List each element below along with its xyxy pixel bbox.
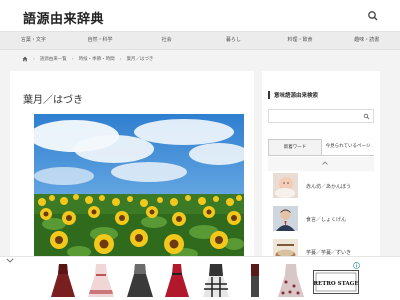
breadcrumb-item-current: 葉月／はづき: [126, 57, 154, 62]
sidebar: 意味語源由来検索 新着ワード 今見られているページ 赤ん坊／あかんぼう 食言／し…: [262, 71, 380, 261]
home-icon[interactable]: [22, 56, 28, 62]
list-item-label: 食言／しょくげん: [306, 217, 347, 223]
list-item[interactable]: 赤ん坊／あかんぼう: [268, 171, 374, 204]
breadcrumb-item-index[interactable]: 語源由来一覧: [40, 56, 67, 62]
nav-item-hobby[interactable]: 趣味・読書: [333, 32, 400, 49]
list-toggle[interactable]: [268, 157, 374, 171]
search-icon[interactable]: [363, 113, 370, 120]
info-icon[interactable]: [353, 262, 360, 269]
nav-item-nature-science[interactable]: 自然・科学: [67, 32, 134, 49]
breadcrumb-separator: ›: [71, 56, 74, 62]
main-article: 葉月／はづき: [10, 71, 254, 261]
list-item-label: 赤ん坊／あかんぼう: [306, 184, 352, 190]
site-title[interactable]: 語源由来辞典: [23, 8, 104, 27]
global-nav: 言葉・文字 自然・科学 社会 暮らし 料理・飲食 趣味・読書: [0, 31, 400, 50]
ad-product-dress[interactable]: [240, 262, 270, 299]
chevron-up-icon: [322, 161, 328, 165]
ad-product-dress[interactable]: [276, 262, 306, 299]
search-icon[interactable]: [366, 9, 380, 23]
page-title: 葉月／はづき: [23, 95, 83, 106]
thumbnail-man: [273, 206, 298, 231]
sidebar-tabs: 新着ワード 今見られているページ: [268, 139, 374, 156]
new-words-list: 赤ん坊／あかんぼう 食言／しょくげん 芋蔓／芋蔓／ずいき: [268, 157, 374, 261]
ad-banner[interactable]: RETRO STAGE: [0, 256, 400, 300]
nav-item-food[interactable]: 料理・飲食: [267, 32, 334, 49]
site-header: 語源由来辞典: [0, 0, 400, 31]
ad-product-dress[interactable]: [162, 262, 192, 299]
nav-item-language[interactable]: 言葉・文字: [0, 32, 67, 49]
ad-brand-name: RETRO STAGE: [313, 281, 358, 287]
tab-popular-pages[interactable]: 今見られているページ: [322, 139, 374, 155]
hero-image: [34, 114, 244, 261]
ad-product-dress[interactable]: [48, 262, 78, 299]
retro-stage-logo[interactable]: RETRO STAGE: [313, 270, 359, 294]
ad-product-dress[interactable]: [86, 262, 116, 299]
ad-product-dress[interactable]: [201, 262, 231, 299]
list-item-label: 芋蔓／芋蔓／ずいき: [306, 250, 352, 256]
sidebar-search-input[interactable]: [268, 109, 374, 123]
breadcrumb: › 語源由来一覧 › 時候・季節・時間 › 葉月／はづき: [22, 55, 153, 63]
tab-new-words[interactable]: 新着ワード: [268, 139, 322, 155]
nav-item-society[interactable]: 社会: [133, 32, 200, 49]
sidebar-search-heading: 意味語源由来検索: [268, 91, 318, 99]
breadcrumb-item-season[interactable]: 時候・季節・時間: [79, 56, 115, 62]
chevron-down-icon[interactable]: [4, 257, 16, 264]
breadcrumb-separator: ›: [119, 56, 122, 62]
ad-product-dress[interactable]: [125, 262, 155, 299]
list-item[interactable]: 食言／しょくげん: [268, 204, 374, 237]
breadcrumb-separator: ›: [33, 56, 35, 62]
thumbnail-baby: [273, 173, 298, 198]
nav-item-living[interactable]: 暮らし: [200, 32, 267, 49]
